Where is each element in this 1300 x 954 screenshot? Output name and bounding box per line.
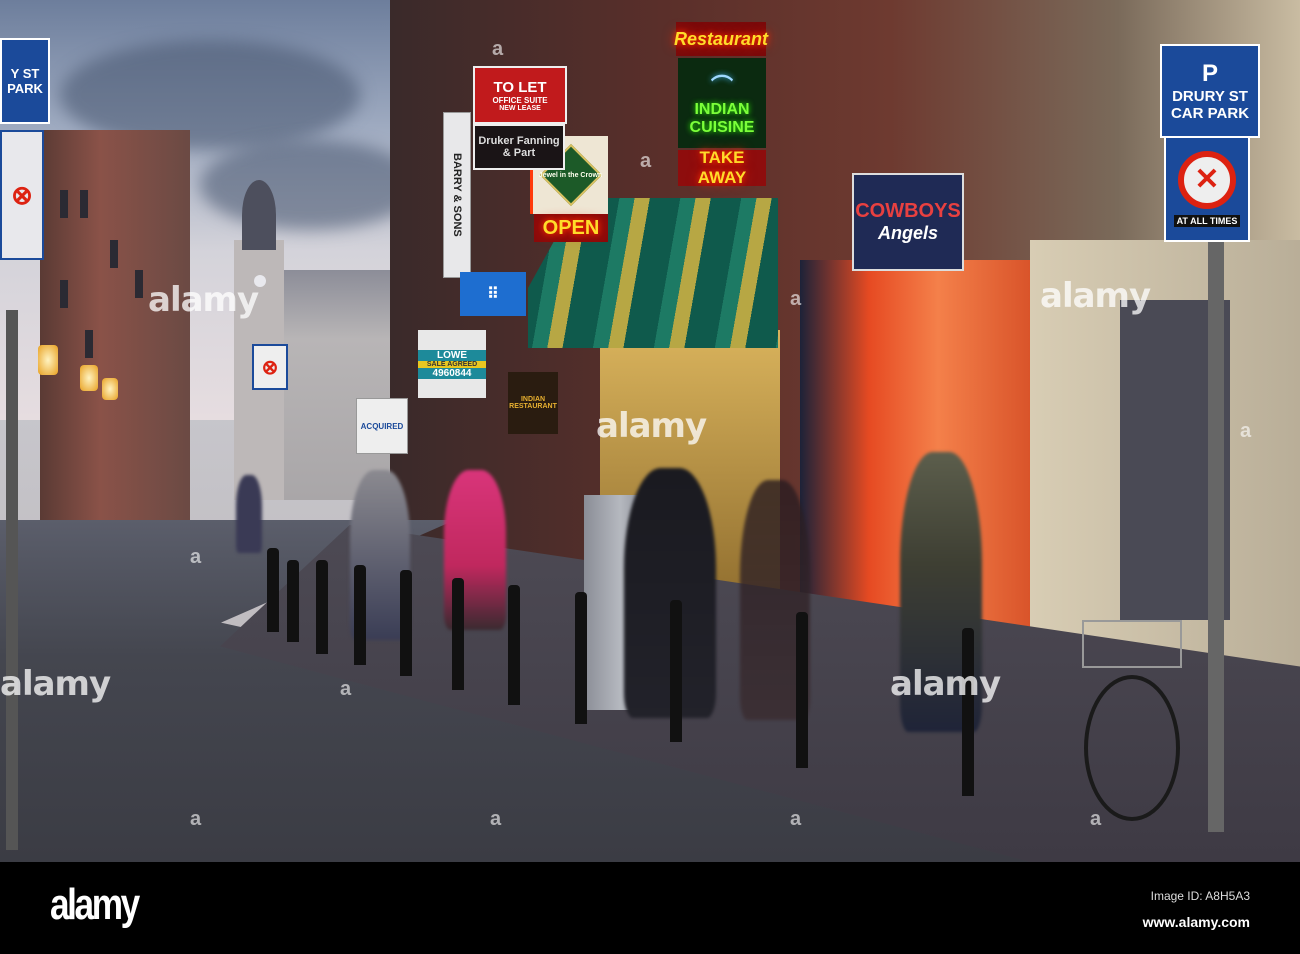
watermark: a [1090, 808, 1102, 830]
bollard [316, 560, 328, 654]
street-lamp [38, 345, 58, 375]
watermark: a [340, 678, 352, 700]
blue-shop-sign: ⠿ [460, 272, 526, 316]
watermark: alamy [596, 406, 707, 446]
bicycle-wheel [1084, 675, 1180, 821]
take-away-neon-sign: TAKE AWAY [678, 148, 766, 187]
watermark: a [640, 150, 652, 172]
bollard [575, 592, 587, 724]
agent-sign: Druker Fanning & Part [473, 124, 565, 170]
drury-st-car-park-sign: P DRURY ST CAR PARK [1160, 44, 1260, 138]
bollard [400, 570, 412, 676]
sign-pole [1208, 242, 1224, 832]
watermark: a [790, 808, 802, 830]
watermark-footer: alamy Image ID: A8H5A3 www.alamy.com [0, 862, 1300, 954]
watermark: a [490, 808, 502, 830]
left-building-row [40, 130, 190, 550]
indian-cuisine-neon-sign: ⌒ INDIAN CUISINE [678, 58, 766, 148]
restaurant-neon-sign: Restaurant [674, 22, 768, 56]
street-lamp [102, 378, 118, 400]
barry-and-sons-sign: BARRY & SONS [443, 112, 471, 278]
image-id: Image ID: A8H5A3 [1150, 889, 1250, 903]
no-stopping-sign-left: ⊗ [0, 130, 44, 260]
cowboys-and-angels-sign: COWBOYS Angels [852, 173, 964, 271]
bollard [354, 565, 366, 665]
no-stopping-icon: ✕ [1178, 151, 1236, 209]
watermark: alamy [890, 664, 1001, 704]
watermark: alamy [0, 664, 111, 704]
pedestrian [236, 475, 262, 553]
street-lamp [80, 365, 98, 391]
no-stopping-sign-mid: ⊗ [252, 344, 288, 390]
sign-pole [6, 310, 18, 850]
dome-icon: ⌒ [710, 74, 733, 99]
bollard [796, 612, 808, 768]
street-photo: Y ST PARK ⊗ P DRURY ST CAR PARK ✕ AT ALL… [0, 0, 1300, 862]
bollard [452, 578, 464, 690]
alamy-url: www.alamy.com [1142, 914, 1250, 930]
bollard [287, 560, 299, 642]
lowe-sale-agreed-sign: LOWE SALE AGREED 4960844 [418, 330, 486, 398]
acquired-sign: ACQUIRED [356, 398, 408, 454]
bollard [508, 585, 520, 705]
alamy-logo: alamy [50, 880, 140, 929]
watermark: a [492, 38, 504, 60]
watermark: a [190, 808, 202, 830]
bollard [962, 628, 974, 796]
car-park-sign-left: Y ST PARK [0, 38, 50, 124]
open-neon-sign: OPEN [534, 214, 608, 242]
no-stopping-sign-right: ✕ AT ALL TIMES [1164, 136, 1250, 242]
watermark: a [790, 288, 802, 310]
bicycle-basket [1082, 620, 1182, 668]
bollard [670, 600, 682, 742]
indian-restaurant-sign: INDIAN RESTAURANT [508, 372, 558, 434]
watermark: alamy [148, 280, 259, 320]
watermark: a [190, 546, 202, 568]
to-let-sign: TO LET OFFICE SUITE NEW LEASE [473, 66, 567, 124]
watermark: a [1240, 420, 1252, 442]
watermark: alamy [1040, 276, 1151, 316]
bollard [267, 548, 279, 632]
